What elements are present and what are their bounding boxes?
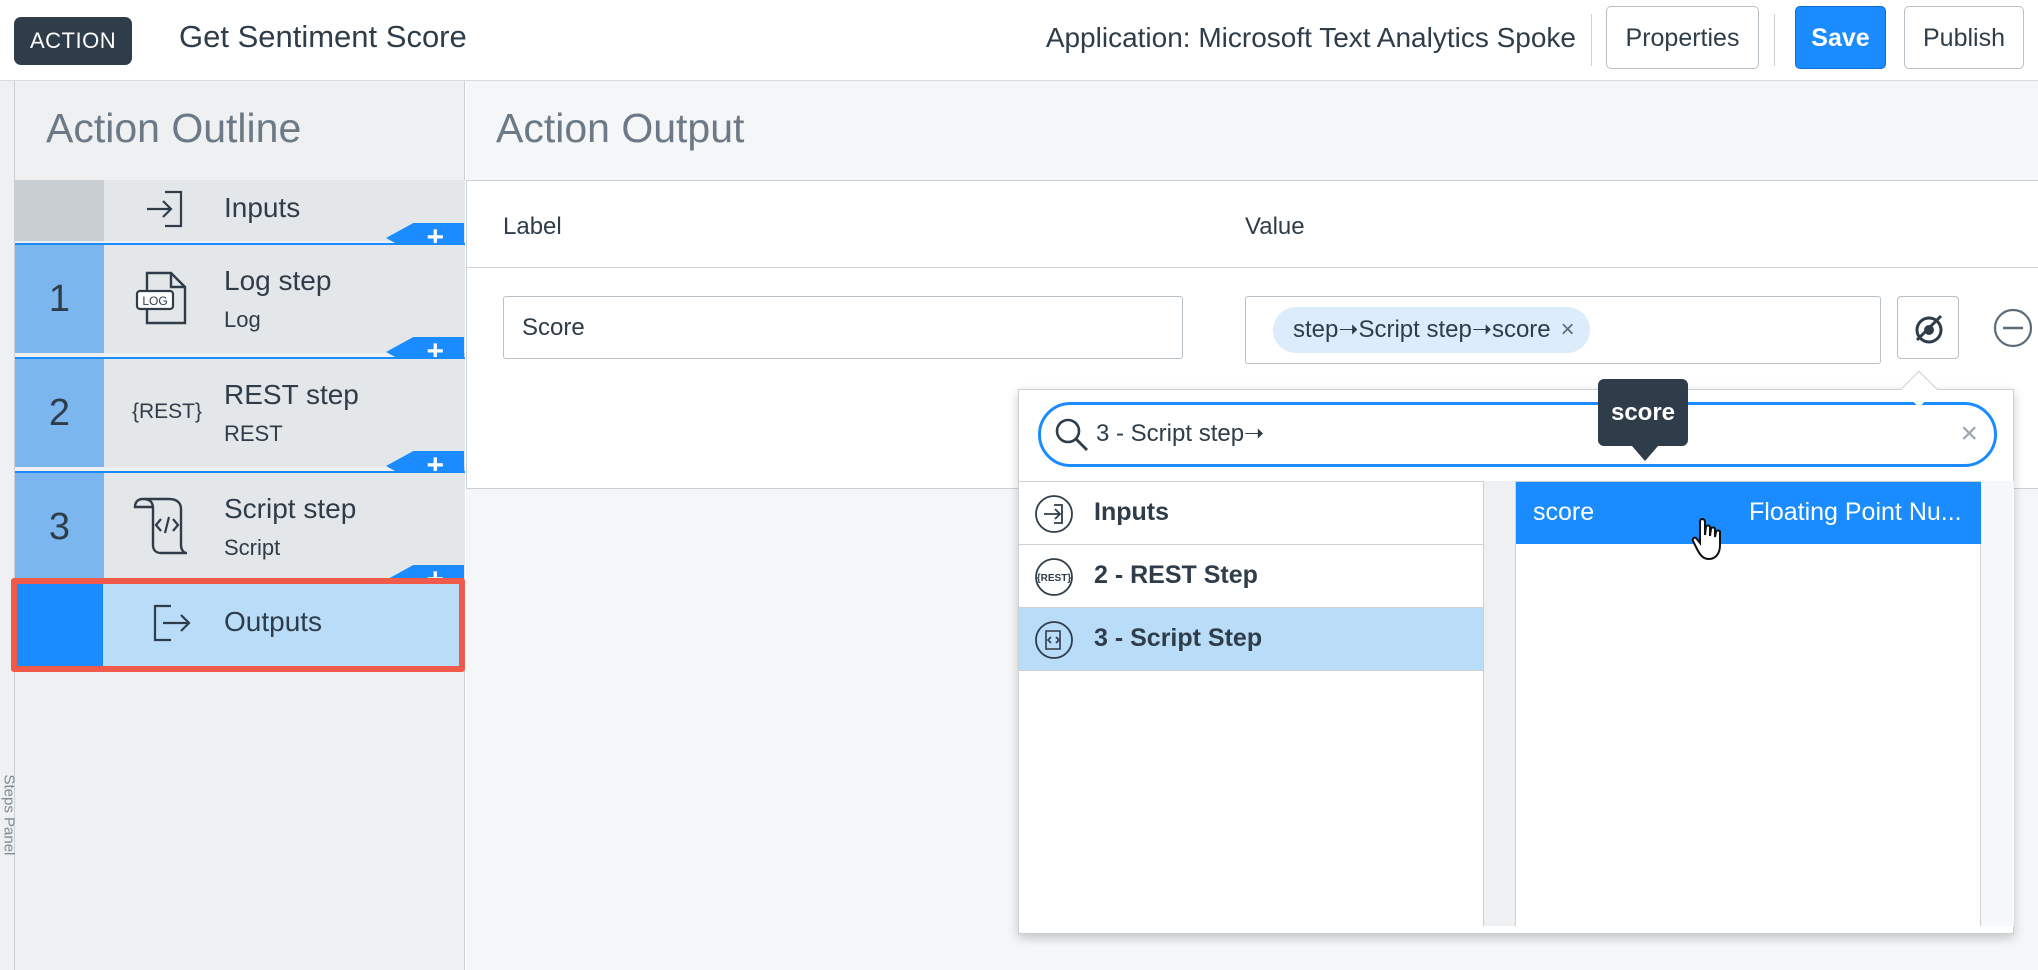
field-tooltip: score xyxy=(1598,379,1688,461)
divider xyxy=(1484,481,1515,926)
svg-text:{REST}: {REST} xyxy=(1037,573,1072,584)
value-pill-text: step➝Script step➝score xyxy=(1293,316,1551,343)
inputs-label: Inputs xyxy=(224,192,301,223)
outline-outputs[interactable]: Outputs xyxy=(11,578,465,672)
step-type: Script xyxy=(224,535,281,560)
save-button[interactable]: Save xyxy=(1795,6,1886,69)
outputs-label: Outputs xyxy=(224,606,323,637)
application-name: Application: Microsoft Text Analytics Sp… xyxy=(1045,22,1576,53)
outline-step-3[interactable]: 3 Script step Script xyxy=(15,471,465,581)
source-item-inputs[interactable]: Inputs xyxy=(1019,482,1483,545)
action-badge: ACTION xyxy=(14,17,133,65)
source-list: Inputs {REST} 2 - REST Step 3 - Script S… xyxy=(1019,481,1484,926)
properties-button[interactable]: Properties xyxy=(1606,6,1759,69)
action-outline-panel: Action Outline Inputs + 1 LOG Log step L… xyxy=(15,81,465,970)
hand-cursor-icon xyxy=(1691,517,1721,561)
remove-row-icon[interactable] xyxy=(1993,308,2033,348)
outputs-marker xyxy=(17,584,103,666)
scrollbar[interactable] xyxy=(1981,481,2014,926)
step-type: REST xyxy=(224,421,283,446)
data-picker-icon xyxy=(1915,314,1943,344)
value-data-pill[interactable]: step➝Script step➝score × xyxy=(1273,307,1590,353)
step-name: Log step xyxy=(224,265,332,296)
search-icon xyxy=(1055,418,1088,451)
script-scroll-icon xyxy=(133,497,188,555)
source-item-rest-step[interactable]: {REST} 2 - REST Step xyxy=(1019,545,1483,608)
value-input[interactable]: step➝Script step➝score × xyxy=(1245,296,1881,364)
source-label: Inputs xyxy=(1094,498,1169,526)
field-name: score xyxy=(1533,498,1595,526)
source-label: 3 - Script Step xyxy=(1094,624,1263,652)
arrow-in-icon xyxy=(1035,495,1073,533)
step-number: 3 xyxy=(15,473,104,581)
inputs-marker xyxy=(15,180,104,241)
data-picker-button[interactable] xyxy=(1897,296,1959,359)
arrow-in-icon xyxy=(147,190,183,228)
output-title: Action Output xyxy=(496,105,745,151)
step-name: REST step xyxy=(224,379,359,410)
rest-icon: {REST} xyxy=(132,400,202,423)
source-item-script-step[interactable]: 3 - Script Step xyxy=(1019,608,1483,671)
value-column-header: Value xyxy=(1245,213,1305,240)
remove-pill-icon[interactable]: × xyxy=(1561,316,1575,343)
search-query: 3 - Script step➝ xyxy=(1096,420,1265,447)
rest-icon: {REST} xyxy=(1035,558,1073,596)
divider xyxy=(1591,14,1592,66)
log-file-icon: LOG xyxy=(135,271,187,325)
data-picker-popover: 3 - Script step➝ × Inputs {REST} 2 - RES… xyxy=(1018,389,2014,934)
svg-text:{REST}: {REST} xyxy=(132,400,202,423)
outline-title: Action Outline xyxy=(46,105,302,151)
divider xyxy=(1774,14,1775,66)
step-number: 1 xyxy=(15,245,104,353)
outline-step-1[interactable]: 1 LOG Log step Log xyxy=(15,243,465,353)
label-input[interactable]: Score xyxy=(503,296,1183,359)
steps-panel-strip[interactable]: Steps Panel xyxy=(0,81,18,970)
label-column-header: Label xyxy=(503,213,562,240)
publish-button[interactable]: Publish xyxy=(1904,6,2024,69)
action-title: Get Sentiment Score xyxy=(179,19,467,54)
field-type: Floating Point Nu... xyxy=(1749,498,1962,526)
arrow-out-icon xyxy=(153,604,191,642)
step-number: 2 xyxy=(15,359,104,467)
field-item-score[interactable]: score Floating Point Nu... xyxy=(1516,482,1982,544)
script-icon xyxy=(1035,621,1073,659)
step-type: Log xyxy=(224,307,261,332)
picker-search-input[interactable]: 3 - Script step➝ × xyxy=(1038,402,1997,467)
header-bar: ACTION Get Sentiment Score Application: … xyxy=(0,0,2038,81)
outline-step-2[interactable]: 2 {REST} REST step REST xyxy=(15,357,465,467)
svg-text:LOG: LOG xyxy=(142,294,167,308)
divider xyxy=(467,267,2038,268)
clear-search-icon[interactable]: × xyxy=(1960,419,1978,449)
step-name: Script step xyxy=(224,493,357,524)
field-list: score Floating Point Nu... xyxy=(1515,481,1982,926)
source-label: 2 - REST Step xyxy=(1094,561,1258,589)
